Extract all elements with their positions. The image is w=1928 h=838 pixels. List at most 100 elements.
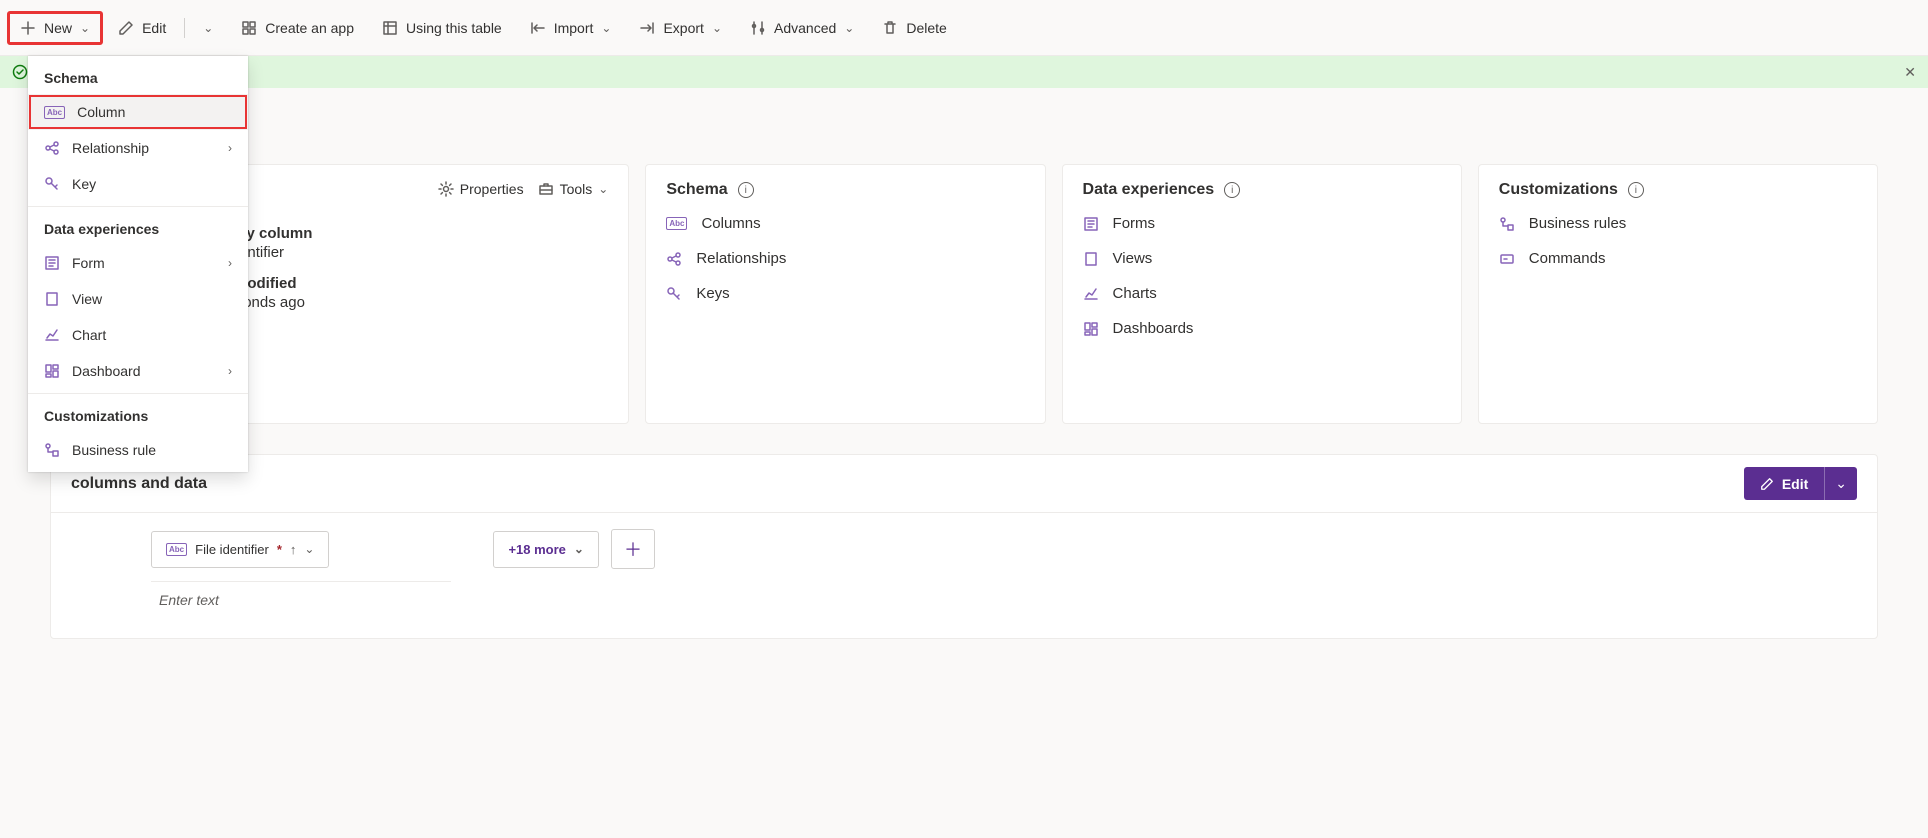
- edit-btn-label: Edit: [1782, 476, 1808, 492]
- views-link[interactable]: Views: [1083, 250, 1441, 267]
- chart-icon: [1083, 286, 1099, 302]
- link-label: Keys: [696, 285, 729, 302]
- properties-link[interactable]: Properties: [438, 181, 524, 197]
- cards-row: Properties Tools ⌄ Primary column File i…: [50, 164, 1878, 424]
- column-name: File identifier: [195, 542, 269, 557]
- edit-label: Edit: [142, 20, 166, 36]
- link-label: Dashboards: [1113, 320, 1194, 337]
- success-bar: ✕: [0, 56, 1928, 88]
- properties-label: Properties: [460, 181, 524, 197]
- add-column-button[interactable]: ＋: [611, 529, 655, 569]
- using-table-label: Using this table: [406, 20, 502, 36]
- dataexp-card-title: Data experiences: [1083, 181, 1215, 199]
- trash-icon: [882, 20, 898, 36]
- gear-icon: [438, 181, 454, 197]
- menu-item-view[interactable]: View: [28, 281, 248, 317]
- export-icon: [639, 20, 655, 36]
- edit-data-button[interactable]: Edit ⌄: [1744, 467, 1857, 500]
- menu-item-dashboard[interactable]: Dashboard ›: [28, 353, 248, 389]
- view-icon: [44, 291, 60, 307]
- key-icon: [666, 286, 682, 302]
- key-icon: [44, 176, 60, 192]
- chevron-down-icon: ⌄: [203, 21, 213, 35]
- link-label: Relationships: [696, 250, 786, 267]
- export-label: Export: [663, 20, 703, 36]
- more-label: +18 more: [508, 542, 565, 557]
- columns-link[interactable]: Abc Columns: [666, 215, 1024, 232]
- export-button[interactable]: Export ⌄: [627, 12, 734, 44]
- new-label: New: [44, 20, 72, 36]
- pencil-icon: [1760, 477, 1774, 491]
- advanced-button[interactable]: Advanced ⌄: [738, 12, 866, 44]
- abc-icon: Abc: [166, 543, 187, 556]
- more-columns-button[interactable]: +18 more ⌄: [493, 531, 599, 568]
- tools-link[interactable]: Tools ⌄: [538, 181, 609, 197]
- dropdown-section-schema: Schema: [28, 60, 248, 94]
- menu-item-form[interactable]: Form ›: [28, 245, 248, 281]
- menu-item-key[interactable]: Key: [28, 166, 248, 202]
- placeholder-text: Enter text: [159, 592, 219, 608]
- plus-icon: [20, 20, 36, 36]
- column-header-file-identifier[interactable]: Abc File identifier * ↑ ⌄: [151, 531, 329, 568]
- menu-item-label: Dashboard: [72, 363, 141, 379]
- last-modified-label: Last modified: [199, 275, 608, 292]
- import-button[interactable]: Import ⌄: [518, 12, 624, 44]
- dashboard-icon: [44, 363, 60, 379]
- menu-item-chart[interactable]: Chart: [28, 317, 248, 353]
- form-icon: [44, 255, 60, 271]
- primary-column-label: Primary column: [199, 225, 608, 242]
- new-button[interactable]: New ⌄: [8, 12, 102, 44]
- delete-button[interactable]: Delete: [870, 12, 958, 44]
- chevron-down-icon: ⌄: [601, 21, 611, 35]
- charts-link[interactable]: Charts: [1083, 285, 1441, 302]
- chevron-down-icon: ⌄: [844, 21, 854, 35]
- page-content: pboxFiles Properties Tools ⌄ Pr: [0, 112, 1928, 679]
- menu-item-label: Key: [72, 176, 96, 192]
- edit-split-button[interactable]: ⌄: [1824, 467, 1857, 500]
- keys-link[interactable]: Keys: [666, 285, 1024, 302]
- new-dropdown-menu: Schema Abc Column Relationship › Key Dat…: [28, 56, 248, 472]
- check-circle-icon: [12, 64, 28, 80]
- divider: [28, 206, 248, 207]
- menu-item-relationship[interactable]: Relationship ›: [28, 130, 248, 166]
- divider: [28, 393, 248, 394]
- import-label: Import: [554, 20, 594, 36]
- create-app-button[interactable]: Create an app: [229, 12, 366, 44]
- columns-and-data-section: columns and data Edit ⌄ Abc File identif…: [50, 454, 1878, 639]
- chevron-right-icon: ›: [228, 364, 232, 378]
- close-icon[interactable]: ✕: [1904, 64, 1916, 81]
- data-section-title: columns and data: [71, 475, 207, 493]
- form-icon: [1083, 216, 1099, 232]
- menu-item-column[interactable]: Abc Column: [28, 94, 248, 130]
- edit-button[interactable]: Edit: [106, 12, 178, 44]
- view-icon: [1083, 251, 1099, 267]
- data-cell-input[interactable]: Enter text: [151, 581, 451, 618]
- link-label: Columns: [701, 215, 760, 232]
- menu-item-label: View: [72, 291, 102, 307]
- chevron-down-icon: ⌄: [598, 182, 608, 196]
- chevron-down-icon: ⌄: [304, 542, 314, 556]
- menu-item-business-rule[interactable]: Business rule: [28, 432, 248, 468]
- tools-label: Tools: [560, 181, 593, 197]
- using-table-button[interactable]: Using this table: [370, 12, 514, 44]
- data-row: Enter text: [151, 581, 1817, 618]
- commands-link[interactable]: Commands: [1499, 250, 1857, 267]
- relationships-link[interactable]: Relationships: [666, 250, 1024, 267]
- forms-link[interactable]: Forms: [1083, 215, 1441, 232]
- chevron-down-icon: ⌄: [1835, 475, 1847, 492]
- edit-split-chevron[interactable]: ⌄: [191, 13, 225, 43]
- table-icon: [382, 20, 398, 36]
- plus-icon: ＋: [624, 536, 642, 562]
- schema-card: Schema i Abc Columns Relationships Keys: [645, 164, 1045, 424]
- pencil-icon: [118, 20, 134, 36]
- link-label: Commands: [1529, 250, 1606, 267]
- info-icon[interactable]: i: [1224, 182, 1240, 198]
- info-icon[interactable]: i: [738, 182, 754, 198]
- dashboards-link[interactable]: Dashboards: [1083, 320, 1441, 337]
- page-title: pboxFiles: [50, 112, 1878, 144]
- business-rules-link[interactable]: Business rules: [1499, 215, 1857, 232]
- info-icon[interactable]: i: [1628, 182, 1644, 198]
- toolbox-icon: [538, 181, 554, 197]
- share-icon: [666, 251, 682, 267]
- share-icon: [44, 140, 60, 156]
